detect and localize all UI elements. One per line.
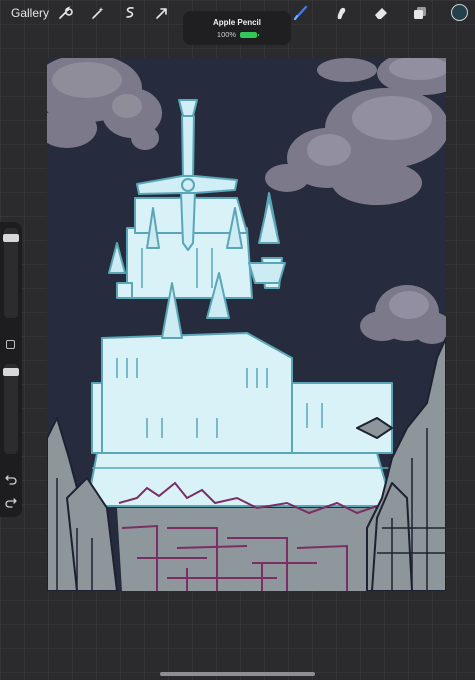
side-toolbar bbox=[0, 222, 22, 517]
artwork-image bbox=[47, 58, 446, 591]
selection-icon[interactable] bbox=[121, 4, 139, 22]
brush-icon[interactable] bbox=[292, 4, 310, 22]
opacity-thumb[interactable] bbox=[3, 368, 19, 376]
layers-icon[interactable] bbox=[411, 4, 429, 22]
smudge-icon[interactable] bbox=[332, 4, 350, 22]
apple-pencil-notification: Apple Pencil 100% bbox=[183, 11, 291, 45]
undo-button[interactable] bbox=[3, 472, 19, 486]
eraser-icon[interactable] bbox=[372, 4, 390, 22]
drawing-canvas[interactable] bbox=[47, 58, 446, 591]
battery-percentage: 100% bbox=[216, 30, 237, 39]
opacity-slider[interactable] bbox=[3, 364, 19, 454]
transform-arrow-icon[interactable] bbox=[153, 4, 171, 22]
redo-button[interactable] bbox=[3, 495, 19, 509]
magic-wand-icon[interactable] bbox=[89, 4, 107, 22]
battery-icon bbox=[240, 31, 260, 38]
gallery-button[interactable]: Gallery bbox=[11, 6, 49, 20]
modify-button[interactable] bbox=[6, 340, 15, 349]
brush-size-thumb[interactable] bbox=[3, 234, 19, 242]
color-swatch-icon[interactable] bbox=[451, 4, 468, 21]
notification-title: Apple Pencil bbox=[212, 18, 261, 27]
home-indicator[interactable] bbox=[160, 672, 315, 676]
wrench-icon[interactable] bbox=[56, 4, 74, 22]
undo-icon bbox=[5, 475, 17, 485]
brush-size-slider[interactable] bbox=[3, 228, 19, 318]
redo-icon bbox=[5, 498, 17, 508]
